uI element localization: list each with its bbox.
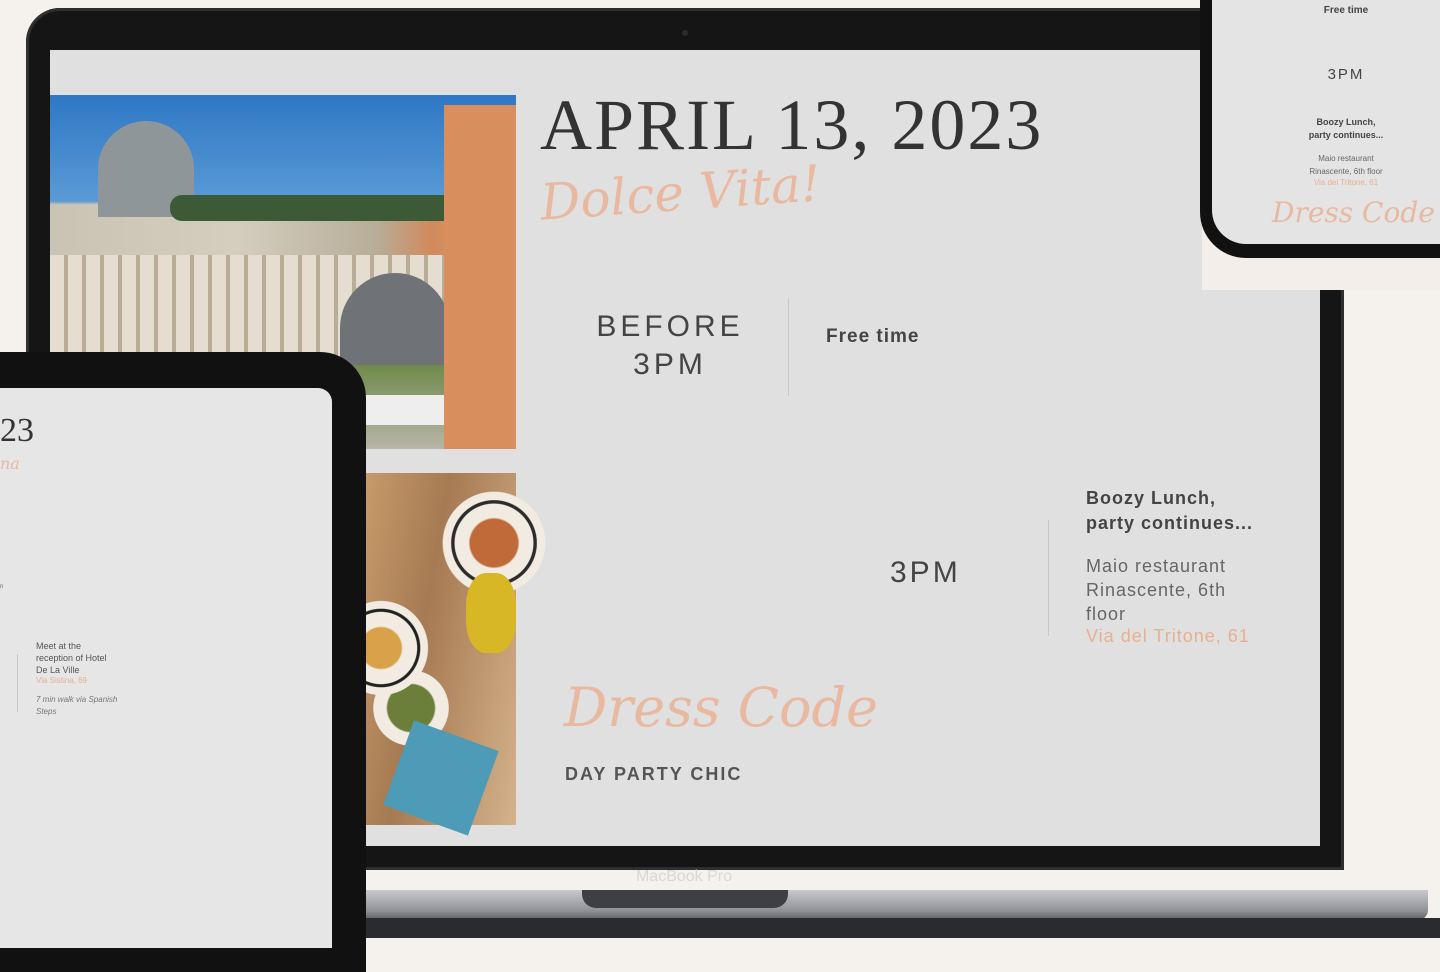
slot2-place: Maio restaurant Rinascente, 6th floor (1086, 554, 1306, 626)
laptop-base (300, 890, 1428, 920)
slot2-activity-line1: Boozy Lunch, (1086, 488, 1216, 508)
slot1-time: BEFORE 3PM (560, 308, 780, 384)
date-title: APRIL 13, 2023 (540, 85, 1044, 165)
wall-shape (444, 105, 516, 449)
laptop-brand-label: MacBook Pro (635, 868, 733, 885)
slot1-activity: Free time (826, 326, 920, 347)
phone-lunch-title: Boozy Lunch, party continues... (1212, 116, 1440, 142)
tablet-screen: 23 na n Meet at the reception of Hotel D… (0, 388, 332, 948)
camera-dot (682, 30, 688, 36)
phone-dress-code-label: Dress Code (1272, 196, 1435, 229)
phone-place: Maio restaurant Rinascente, 6th floor (1212, 152, 1440, 178)
phone-lunch-line2: party continues... (1308, 130, 1384, 140)
phone-address: Via del Tritone, 61 (1313, 178, 1379, 187)
phone-activity: Free time (1323, 5, 1369, 16)
tablet-meet-line2: reception of Hotel (36, 653, 107, 663)
dress-code-label: Dress Code (564, 676, 879, 739)
slot2-place-line1: Maio restaurant (1086, 556, 1227, 576)
tablet-meet-line1: Meet at the (36, 641, 82, 651)
flowers-shape (466, 573, 516, 653)
phone-time: 3PM (1327, 66, 1365, 83)
slot2-address: Via del Tritone, 61 (1086, 626, 1250, 646)
tablet-meet-line3: De La Ville (36, 665, 80, 675)
tablet-text-fragment: n (0, 584, 4, 590)
dress-code-value: DAY PARTY CHIC (565, 764, 743, 784)
tablet-script-fragment: na (0, 454, 20, 473)
divider (788, 298, 789, 396)
laptop-base-shadow (300, 918, 1440, 938)
laptop-notch (582, 890, 788, 908)
tablet-walk-line2: Steps (36, 707, 57, 716)
phone-lunch-line1: Boozy Lunch, (1316, 117, 1376, 127)
slot1-time-line2: 3PM (633, 348, 707, 381)
slot2-time: 3PM (890, 556, 961, 589)
tablet-date-fragment: 23 (0, 412, 34, 449)
slot1-time-line1: BEFORE (596, 310, 744, 343)
tablet-walk-line1: 7 min walk via Spanish (36, 695, 118, 704)
tablet-address: Via Sistina, 69 (36, 676, 87, 685)
slot2-activity-line2: party continues... (1086, 513, 1254, 533)
phone-place-line1: Maio restaurant (1318, 154, 1374, 163)
slot2-place-line2: Rinascente, 6th (1086, 580, 1227, 600)
tablet-walk-note: 7 min walk via Spanish Steps (36, 694, 156, 718)
phone-place-line2: Rinascente, 6th floor (1309, 167, 1383, 176)
phone-screen: Free time 3PM Boozy Lunch, party continu… (1212, 0, 1440, 244)
food-photo (326, 473, 554, 836)
slot2-place-line3: floor (1086, 604, 1127, 624)
trees-shape (170, 195, 490, 221)
tablet-meet-text: Meet at the reception of Hotel De La Vil… (36, 640, 146, 676)
divider (17, 654, 18, 712)
divider (1048, 520, 1049, 636)
slot2-activity: Boozy Lunch, party continues... (1086, 486, 1306, 536)
